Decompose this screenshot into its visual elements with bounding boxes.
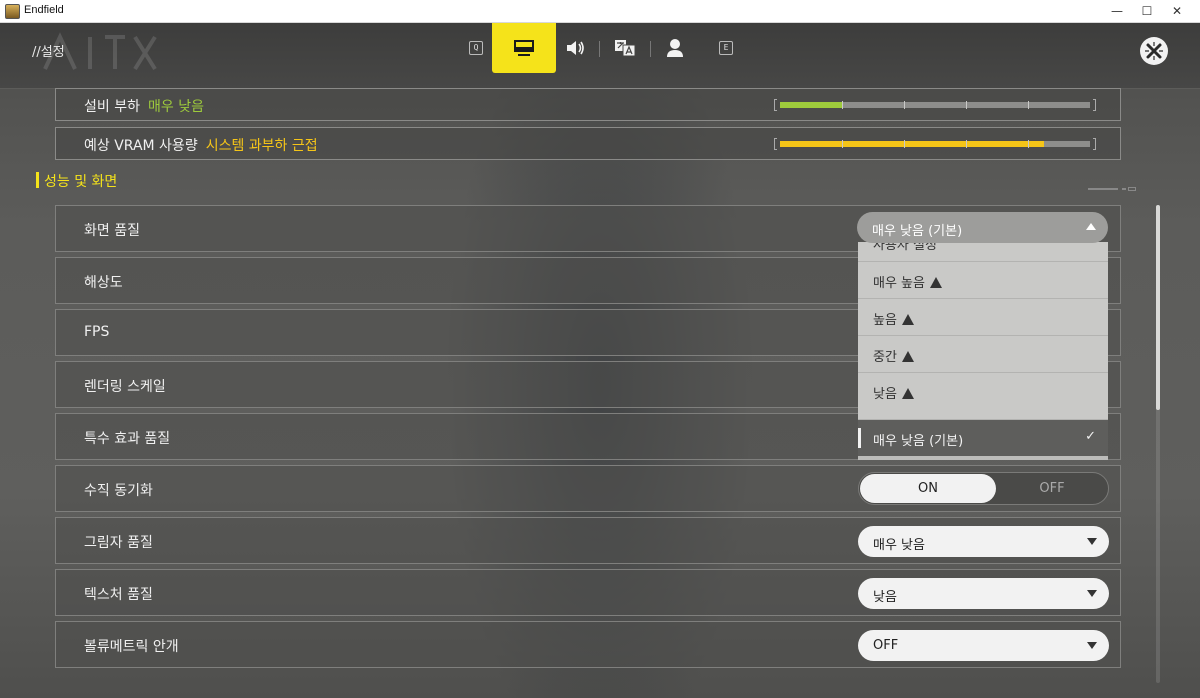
meter-tick xyxy=(904,101,905,109)
setting-row-vsync: 수직 동기화 ON OFF xyxy=(55,465,1121,512)
close-settings-button[interactable] xyxy=(1140,37,1168,65)
section-divider xyxy=(1088,187,1136,191)
tab-account[interactable] xyxy=(660,23,690,73)
dropdown-value: OFF xyxy=(873,638,899,653)
device-load-label: 설비 부하 xyxy=(84,99,140,115)
scrollbar-thumb[interactable] xyxy=(1156,205,1160,410)
tab-prev-key[interactable]: Q xyxy=(465,23,487,73)
device-load-meter xyxy=(774,99,1096,111)
meter-tick xyxy=(842,140,843,148)
tab-next-key[interactable]: E xyxy=(715,23,737,73)
window-title: Endfield xyxy=(24,4,64,16)
settings-scrollbar[interactable] xyxy=(1156,205,1160,683)
vram-usage-meter xyxy=(774,138,1096,150)
monitor-icon xyxy=(514,40,534,56)
setting-label: FPS xyxy=(84,324,110,340)
vsync-off-option[interactable]: OFF xyxy=(996,474,1108,503)
device-load-value: 매우 낮음 xyxy=(147,99,204,115)
translate-icon xyxy=(615,40,636,57)
speaker-icon xyxy=(567,41,584,55)
volumetric-fog-dropdown[interactable]: OFF xyxy=(858,630,1109,661)
chevron-down-icon xyxy=(1087,642,1097,649)
chevron-down-icon xyxy=(1087,538,1097,545)
setting-label: 화면 품질 xyxy=(84,223,140,239)
meter-tick xyxy=(966,140,967,148)
app-icon xyxy=(5,4,20,19)
warning-icon xyxy=(901,388,914,399)
option-medium[interactable]: 중간 xyxy=(858,335,1108,372)
user-icon xyxy=(667,39,683,57)
vram-usage-row: 예상 VRAM 사용량 시스템 과부하 근접 xyxy=(55,127,1121,160)
setting-row-volumetric-fog: 볼류메트릭 안개 OFF xyxy=(55,621,1121,668)
dropdown-value: 매우 낮음 xyxy=(873,538,925,553)
q-key-hint: Q xyxy=(469,41,483,55)
setting-label: 해상도 xyxy=(84,275,123,291)
device-load-row: 설비 부하 매우 낮음 xyxy=(55,88,1121,121)
warning-icon xyxy=(929,277,942,288)
settings-topbar: //설정 Q E xyxy=(0,23,1200,89)
warning-icon xyxy=(901,314,914,325)
meter-tick xyxy=(1028,101,1029,109)
shadow-quality-dropdown[interactable]: 매우 낮음 xyxy=(858,526,1109,557)
breadcrumb: //설정 xyxy=(32,45,65,60)
setting-label: 수직 동기화 xyxy=(84,483,153,499)
warning-icon xyxy=(901,351,914,362)
screen-quality-options: 사용자 설정 매우 높음 높음 중간 낮음 매우 낮음 (기본) ✓ xyxy=(858,242,1108,460)
meter-tick xyxy=(842,101,843,109)
option-very-low-default[interactable]: 매우 낮음 (기본) ✓ xyxy=(858,419,1108,456)
meter-tick xyxy=(966,101,967,109)
texture-quality-dropdown[interactable]: 낮음 xyxy=(858,578,1109,609)
game-viewport: //설정 Q E 설비 부하 매우 낮음 예상 VRAM 사용량 시스템 과부하… xyxy=(0,23,1200,698)
option-high[interactable]: 높음 xyxy=(858,298,1108,335)
vram-usage-value: 시스템 과부하 근접 xyxy=(205,138,318,154)
e-key-hint: E xyxy=(719,41,733,55)
section-title: 성능 및 화면 xyxy=(44,174,118,190)
tab-separator xyxy=(650,41,651,57)
meter-tick xyxy=(1028,140,1029,148)
dropdown-value: 매우 낮음 (기본) xyxy=(872,224,963,239)
setting-label: 볼류메트릭 안개 xyxy=(84,639,179,655)
setting-label: 그림자 품질 xyxy=(84,535,153,551)
tab-separator xyxy=(599,41,600,57)
meter-tick xyxy=(904,140,905,148)
tab-audio[interactable] xyxy=(560,23,590,73)
setting-row-texture-quality: 텍스처 품질 낮음 xyxy=(55,569,1121,616)
window-titlebar: Endfield — ☐ ✕ xyxy=(0,0,1200,23)
setting-label: 특수 효과 품질 xyxy=(84,431,171,447)
option-very-high[interactable]: 매우 높음 xyxy=(858,261,1108,298)
screen-quality-dropdown[interactable]: 매우 낮음 (기본) xyxy=(857,212,1108,243)
vram-usage-label: 예상 VRAM 사용량 xyxy=(84,138,198,154)
dropdown-value: 낮음 xyxy=(873,590,897,605)
close-window-button[interactable]: ✕ xyxy=(1154,0,1200,23)
close-icon xyxy=(1145,42,1163,60)
tab-language[interactable] xyxy=(610,23,640,73)
option-low[interactable]: 낮음 xyxy=(858,372,1108,409)
checkmark-icon: ✓ xyxy=(1085,429,1096,444)
vsync-on-option[interactable]: ON xyxy=(860,474,996,503)
chevron-up-icon xyxy=(1086,223,1096,230)
setting-row-shadow-quality: 그림자 품질 매우 낮음 xyxy=(55,517,1121,564)
tab-display[interactable] xyxy=(492,23,556,73)
section-marker xyxy=(36,172,39,188)
vsync-toggle[interactable]: ON OFF xyxy=(858,472,1109,505)
setting-label: 렌더링 스케일 xyxy=(84,379,166,395)
option-custom[interactable]: 사용자 설정 xyxy=(858,242,1108,261)
chevron-down-icon xyxy=(1087,590,1097,597)
setting-label: 텍스처 품질 xyxy=(84,587,153,603)
selected-marker xyxy=(858,428,861,448)
